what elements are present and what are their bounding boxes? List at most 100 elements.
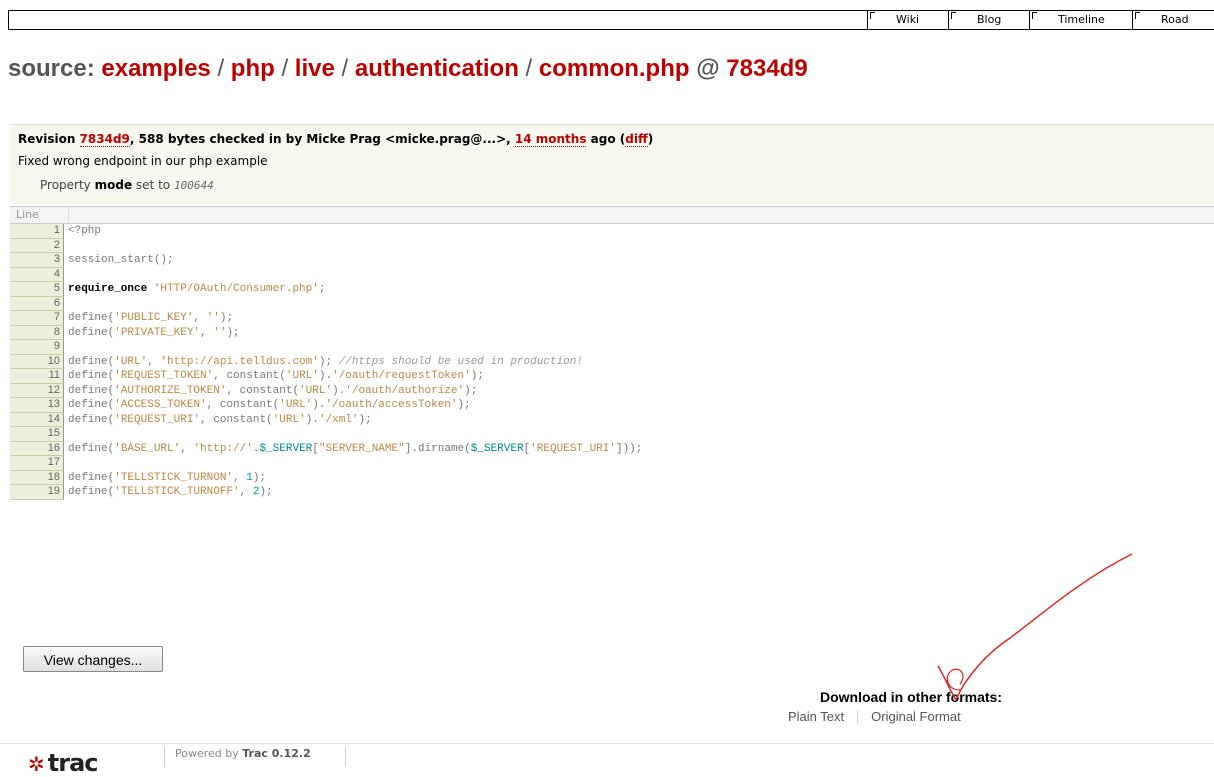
code-row: 2 (10, 238, 1214, 253)
property-label: Property (40, 178, 91, 192)
code-row: 11 define('REQUEST_TOKEN', constant('URL'… (10, 369, 1214, 384)
trac-logo[interactable]: ✲ trac (28, 749, 98, 777)
code-line: define('AUTHORIZE_TOKEN', constant('URL'… (68, 384, 478, 397)
line-number-link[interactable]: 12 (10, 383, 64, 398)
diff-link[interactable]: diff (625, 132, 648, 147)
logo-text: trac (47, 749, 99, 777)
property-set: set to (135, 178, 171, 192)
revision-details: , 588 bytes checked in by Micke Prag <mi… (129, 132, 511, 146)
view-changes-button[interactable]: View changes... (23, 646, 163, 672)
nav-item-blog[interactable]: Blog (948, 11, 1029, 29)
breadcrumb-separator: / (525, 55, 533, 82)
download-format-list: Plain Text Original Format (788, 709, 961, 725)
code-line: require_once 'HTTP/OAuth/Consumer.php'; (68, 283, 326, 295)
code-line: define('PRIVATE_KEY', ''); (68, 326, 240, 339)
diff-close: ) (647, 132, 654, 146)
nav-label: Timeline (1058, 13, 1105, 26)
line-number-link[interactable]: 9 (10, 340, 64, 355)
property-value: 100644 (173, 179, 214, 192)
page-title: source: examples / php / live / authenti… (8, 55, 808, 83)
line-number-link[interactable]: 2 (10, 238, 64, 253)
download-original-format-link[interactable]: Original Format (871, 709, 961, 724)
age-link[interactable]: 14 months (514, 132, 587, 147)
code-row: 19 define('TELLSTICK_TURNOFF', 2); (10, 485, 1214, 500)
property-name: mode (94, 178, 133, 192)
code-row: 1 <?php (10, 224, 1214, 239)
line-number-link[interactable]: 6 (10, 296, 64, 311)
code-line: define('REQUEST_URI', constant('URL').'/… (68, 413, 372, 426)
title-revision-link[interactable]: 7834d9 (726, 55, 807, 82)
line-number-link[interactable]: 14 (10, 412, 64, 427)
line-number-link[interactable]: 11 (10, 369, 64, 384)
commit-message: Fixed wrong endpoint in our php example (18, 154, 268, 168)
code-row: 9 (10, 340, 1214, 355)
download-plain-text-link[interactable]: Plain Text (788, 709, 844, 724)
nav-item-timeline[interactable]: Timeline (1029, 11, 1132, 29)
code-row: 18 define('TELLSTICK_TURNON', 1); (10, 470, 1214, 485)
format-separator (857, 711, 859, 725)
line-number-link[interactable]: 16 (10, 441, 64, 456)
code-line: define('BASE_URL', 'http://'.$_SERVER["S… (68, 442, 643, 455)
main-nav: Wiki Blog Timeline Road (867, 11, 1189, 29)
breadcrumb-separator: / (217, 55, 225, 82)
line-number-link[interactable]: 3 (10, 253, 64, 268)
code-row: 8 define('PRIVATE_KEY', ''); (10, 325, 1214, 340)
code-row: 17 (10, 456, 1214, 471)
line-number-link[interactable]: 4 (10, 267, 64, 282)
line-number-link[interactable]: 5 (10, 282, 64, 297)
powered-by: Powered by Trac 0.12.2 (164, 747, 311, 767)
code-row: 14 define('REQUEST_URI', constant('URL').… (10, 412, 1214, 427)
revision-info: Revision 7834d9, 588 bytes checked in by… (10, 124, 1214, 204)
line-number-link[interactable]: 19 (10, 485, 64, 500)
top-navigation-bar: Wiki Blog Timeline Road (8, 10, 1214, 30)
nav-tick-icon (1135, 12, 1140, 19)
breadcrumb-live[interactable]: live (295, 55, 335, 82)
nav-tick-icon (951, 12, 956, 19)
line-number-link[interactable]: 8 (10, 325, 64, 340)
trac-logo-mark-icon: ✲ (28, 752, 45, 776)
nav-item-wiki[interactable]: Wiki (867, 11, 948, 29)
code-line: define('REQUEST_TOKEN', constant('URL').… (68, 370, 484, 382)
code-row: 4 (10, 267, 1214, 282)
nav-item-roadmap[interactable]: Road (1132, 11, 1189, 29)
nav-tick-icon (1032, 12, 1037, 19)
property-line: Property mode set to 100644 (40, 178, 214, 192)
code-row: 12 define('AUTHORIZE_TOKEN', constant('UR… (10, 383, 1214, 398)
line-number-link[interactable]: 18 (10, 470, 64, 485)
code-row: 6 (10, 296, 1214, 312)
revision-line: Revision 7834d9, 588 bytes checked in by… (18, 132, 654, 147)
footer-divider (345, 747, 346, 767)
line-number-link[interactable]: 7 (10, 311, 64, 326)
code-line: define('ACCESS_TOKEN', constant('URL').'… (68, 399, 471, 411)
line-number-link[interactable]: 13 (10, 398, 64, 413)
breadcrumb-php[interactable]: php (231, 55, 275, 82)
line-column-header: Line (10, 207, 69, 223)
breadcrumb-examples[interactable]: examples (101, 55, 210, 82)
title-at: @ (696, 55, 720, 82)
code-header: Line (10, 207, 1214, 224)
code-line: session_start(); (68, 254, 174, 266)
breadcrumb-file[interactable]: common.php (539, 55, 690, 82)
trac-version-link[interactable]: Trac 0.12.2 (242, 747, 310, 760)
code-line: define('TELLSTICK_TURNON', 1); (68, 471, 267, 484)
breadcrumb-separator: / (341, 55, 349, 82)
nav-label: Blog (977, 13, 1002, 26)
code-row: 7 define('PUBLIC_KEY', ''); (10, 311, 1214, 326)
revision-prefix: Revision (18, 132, 76, 146)
line-number-link[interactable]: 10 (10, 354, 64, 369)
powered-prefix: Powered by (175, 747, 239, 760)
line-number-link[interactable]: 17 (10, 456, 64, 471)
breadcrumb-authentication[interactable]: authentication (355, 55, 519, 82)
trac-version: Trac 0.12.2 (242, 747, 311, 760)
revision-link[interactable]: 7834d9 (79, 132, 130, 147)
code-row: 16 define('BASE_URL', 'http://'.$_SERVER[… (10, 441, 1214, 456)
line-number-link[interactable]: 1 (10, 224, 64, 239)
line-number-link[interactable]: 15 (10, 427, 64, 442)
code-row: 5 require_once 'HTTP/OAuth/Consumer.php'; (10, 282, 1214, 297)
nav-label: Wiki (896, 13, 920, 26)
code-line: define('TELLSTICK_TURNOFF', 2); (68, 486, 273, 498)
